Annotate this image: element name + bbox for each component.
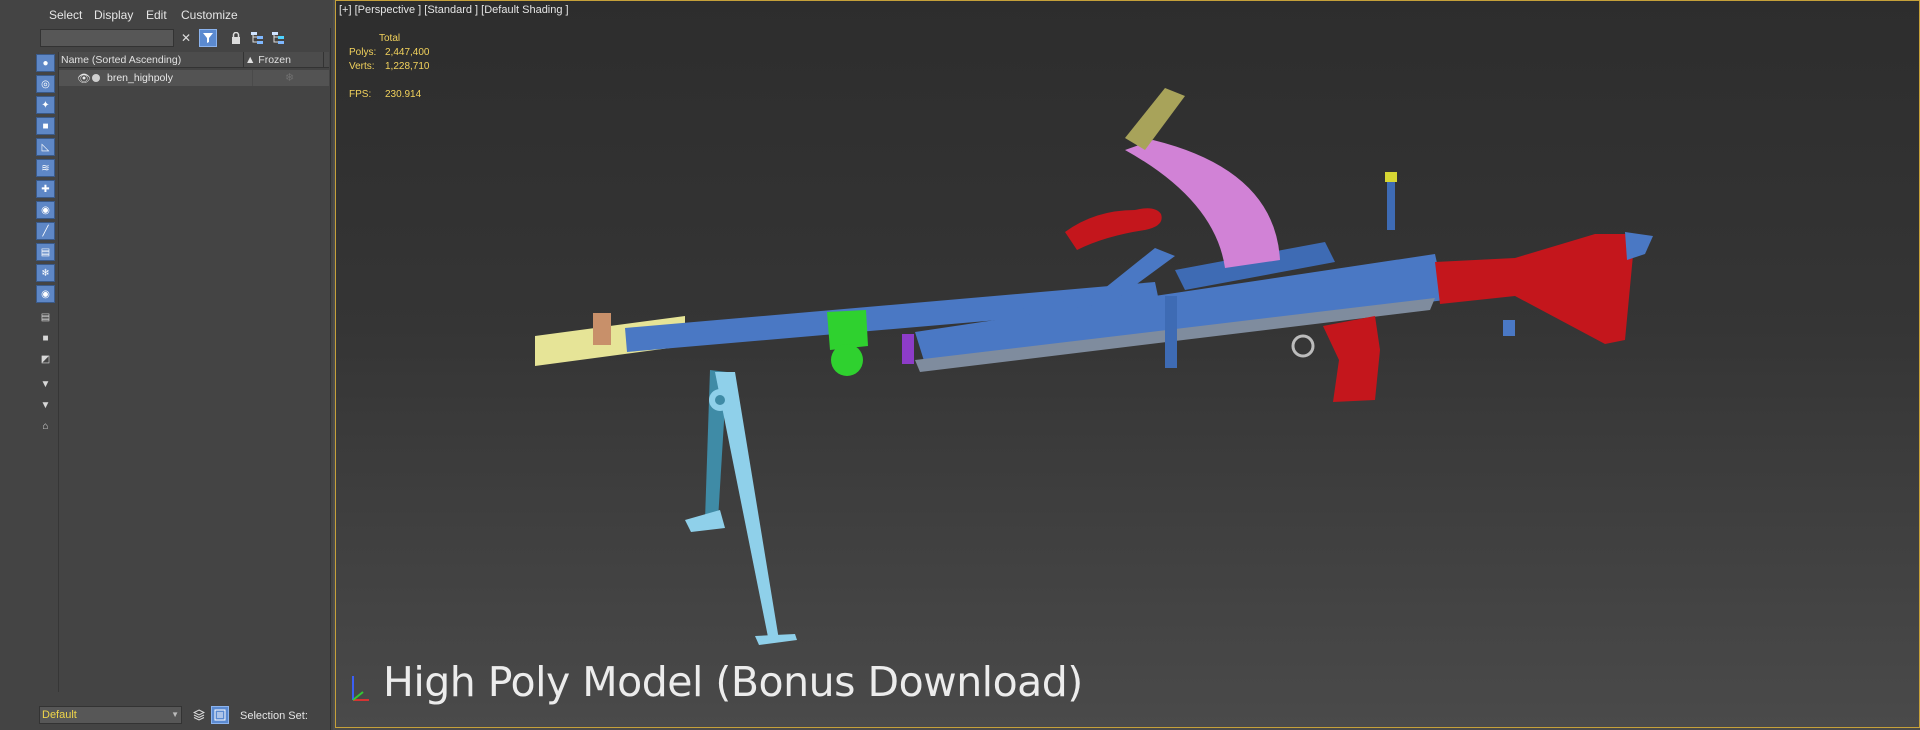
display-none-icon[interactable]: ■ [36,329,55,347]
xref-icon[interactable]: ◉ [36,201,55,219]
magazine[interactable] [1125,88,1280,268]
hierarchy-icon[interactable] [248,29,266,47]
menu-bar: Select Display Edit Customize [0,0,331,28]
container-icon[interactable]: ▤ [36,243,55,261]
object-dot-icon [92,74,100,82]
rear-sight[interactable] [1385,172,1397,230]
layers-icon[interactable] [190,706,208,724]
scene-icon[interactable]: ⌂ [36,417,55,435]
clear-icon[interactable]: ✕ [177,29,195,47]
bipod[interactable] [685,370,797,645]
camera-icon[interactable]: ■ [36,117,55,135]
search-input[interactable] [40,29,174,47]
column-divider[interactable] [323,52,324,68]
stock[interactable] [1435,232,1653,344]
hidden-icon[interactable]: ◉ [36,285,55,303]
display-all-icon[interactable]: ▤ [36,308,55,326]
hierarchy-select-icon[interactable] [269,29,287,47]
carry-handle[interactable] [1065,208,1162,250]
bren-gun-model[interactable] [335,0,1920,730]
scene-explorer-panel: Select Display Edit Customize ✕ ● ◎ ✦ ■ … [0,0,331,730]
layer-value: Default [42,709,77,721]
chevron-down-icon: ▼ [171,710,179,719]
bone-icon[interactable]: ╱ [36,222,55,240]
lock-icon[interactable] [227,29,245,47]
frozen-toggle-icon[interactable]: ❄ [285,71,294,84]
filter-strip: ● ◎ ✦ ■ ◺ ≋ ✚ ◉ ╱ ▤ ❄ ◉ ▤ ■ ◩ ▼ ▼ ⌂ [36,52,56,692]
light-icon[interactable]: ✦ [36,96,55,114]
filter-icon[interactable] [199,29,217,47]
frozen-icon[interactable]: ❄ [36,264,55,282]
sphere-icon[interactable]: ● [36,54,55,72]
invert-icon[interactable]: ◩ [36,350,55,368]
spacewarp-icon[interactable]: ≋ [36,159,55,177]
column-divider[interactable] [243,52,244,68]
perspective-viewport[interactable]: [+] [Perspective ] [Standard ] [Default … [333,0,1920,730]
list-item[interactable]: 👁 bren_highpoly ❄ [59,70,329,86]
axis-gizmo-icon [347,670,373,713]
frozen-column-header[interactable]: ▲ Frozen [245,54,291,66]
cell-divider [252,70,253,86]
pistol-grip[interactable] [1291,316,1380,402]
helper-icon[interactable]: ◺ [36,138,55,156]
menu-select[interactable]: Select [49,8,82,22]
caption-text: High Poly Model (Bonus Download) [383,658,1083,706]
strip-divider [58,52,59,692]
shapes-icon[interactable]: ◎ [36,75,55,93]
funnel-icon[interactable]: ▼ [36,396,55,414]
selection-set-label: Selection Set: [240,710,308,722]
layer-dropdown[interactable]: Default ▼ [39,706,182,724]
menu-edit[interactable]: Edit [146,8,167,22]
explorer-toolbar: ✕ [0,28,331,50]
explorer-bottom-bar: Default ▼ Selection Set: [0,700,331,730]
menu-customize[interactable]: Customize [181,8,238,22]
group-icon[interactable]: ✚ [36,180,55,198]
object-name[interactable]: bren_highpoly [107,72,173,84]
menu-display[interactable]: Display [94,8,133,22]
hierarchy-view-icon[interactable] [211,706,229,724]
name-column-header[interactable]: Name (Sorted Ascending) [61,54,181,66]
eye-icon[interactable]: 👁 [77,72,91,85]
filter-funnel-icon[interactable]: ▼ [36,375,55,393]
list-header: Name (Sorted Ascending) ▲ Frozen [59,52,329,68]
